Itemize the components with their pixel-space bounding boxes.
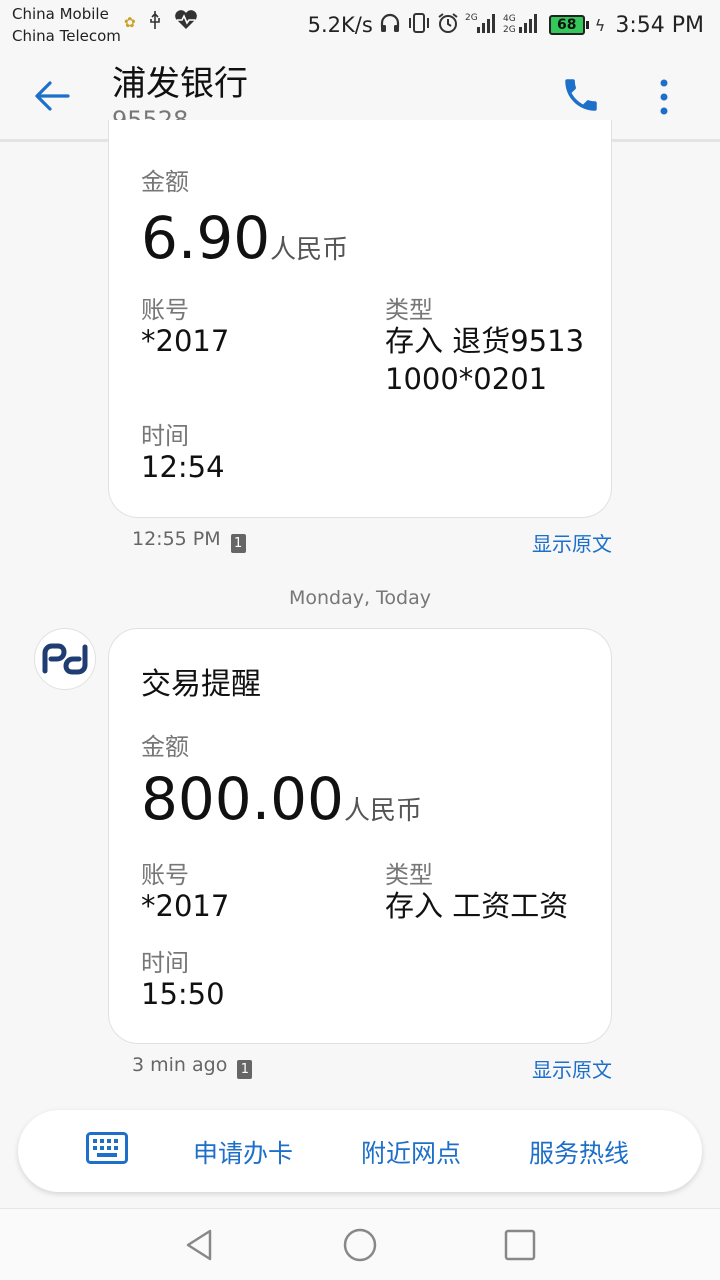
show-original-link[interactable]: 显示原文 <box>532 1054 612 1083</box>
type-value-cont: 1000*0201 <box>385 362 548 396</box>
notification-icon: ✿ <box>124 14 136 31</box>
amount-value: 6.90人民币 <box>141 204 349 272</box>
signal-2g-icon: 2G <box>465 11 497 39</box>
svg-text:2G: 2G <box>465 13 478 23</box>
headset-icon <box>379 13 401 37</box>
amount-label: 金额 <box>141 733 189 761</box>
time-label: 时间 <box>141 422 189 450</box>
type-label: 类型 <box>385 296 433 324</box>
triangle-back-icon <box>186 1229 212 1261</box>
carrier-1: China Mobile <box>12 5 109 23</box>
call-button[interactable] <box>560 74 608 120</box>
message-title: 交易提醒 <box>141 667 261 702</box>
service-menu-bar: 申请办卡 附近网点 服务热线 <box>18 1110 702 1192</box>
keyboard-icon <box>86 1132 128 1164</box>
health-icon <box>174 10 198 35</box>
account-label: 账号 <box>141 861 189 889</box>
sim-icon: 1 <box>237 1060 253 1079</box>
type-value: 存入 退货9513 <box>385 324 585 358</box>
account-value: *2017 <box>141 889 230 923</box>
more-options-button[interactable] <box>644 74 684 120</box>
alarm-icon <box>437 12 459 38</box>
message-timestamp: 12:55 PM 1 <box>132 528 246 553</box>
vibrate-icon <box>407 12 431 38</box>
more-vert-icon <box>660 79 668 115</box>
keyboard-toggle-button[interactable] <box>86 1132 128 1168</box>
message-bubble[interactable]: 交易提醒 金额 800.00人民币 账号 *2017 类型 存入 工资工资 时间… <box>108 628 612 1044</box>
currency-label: 人民币 <box>343 796 422 826</box>
carrier-2: China Telecom <box>12 27 121 45</box>
svg-text:4G: 4G <box>503 14 516 24</box>
spdb-logo-icon <box>42 643 88 675</box>
signal-4g-icon: 4G 2G <box>503 11 543 39</box>
show-original-link[interactable]: 显示原文 <box>532 528 612 557</box>
arrow-left-icon <box>35 81 70 111</box>
charging-icon: ϟ <box>594 15 606 35</box>
date-separator: Monday, Today <box>288 587 432 609</box>
svg-text:2G: 2G <box>503 25 516 35</box>
account-value: *2017 <box>141 324 230 358</box>
status-clock: 3:54 PM <box>615 12 704 38</box>
message-timestamp: 3 min ago 1 <box>132 1054 253 1079</box>
battery-level: 68 <box>548 15 585 35</box>
message-bubble[interactable]: 金额 6.90人民币 账号 *2017 类型 存入 退货9513 1000*02… <box>108 120 612 518</box>
circle-home-icon <box>343 1228 377 1262</box>
sim-icon: 1 <box>230 534 246 553</box>
usb-icon <box>148 10 162 35</box>
currency-label: 人民币 <box>270 235 349 265</box>
menu-nearby-branches[interactable]: 附近网点 <box>361 1134 461 1170</box>
menu-service-hotline[interactable]: 服务热线 <box>529 1134 629 1170</box>
type-value: 存入 工资工资 <box>385 889 569 923</box>
time-value: 12:54 <box>141 450 225 484</box>
sender-avatar[interactable] <box>34 628 96 690</box>
nav-recents-button[interactable] <box>502 1227 538 1263</box>
time-label: 时间 <box>141 949 189 977</box>
nav-back-button[interactable] <box>182 1227 218 1263</box>
system-nav-bar <box>0 1208 720 1280</box>
type-label: 类型 <box>385 861 433 889</box>
status-bar: China Mobile China Telecom ✿ 5.2K/s 2G 4… <box>0 0 720 50</box>
phone-icon <box>565 79 597 111</box>
back-button[interactable] <box>30 74 80 118</box>
square-recents-icon <box>504 1229 536 1261</box>
amount-label: 金额 <box>141 168 189 196</box>
nav-home-button[interactable] <box>342 1227 378 1263</box>
battery-icon: 68 <box>548 15 589 35</box>
net-speed: 5.2K/s <box>307 13 373 37</box>
menu-apply-card[interactable]: 申请办卡 <box>193 1134 293 1170</box>
account-label: 账号 <box>141 296 189 324</box>
amount-value: 800.00人民币 <box>141 765 422 833</box>
conversation-title: 浦发银行 <box>112 64 248 104</box>
time-value: 15:50 <box>141 977 225 1011</box>
